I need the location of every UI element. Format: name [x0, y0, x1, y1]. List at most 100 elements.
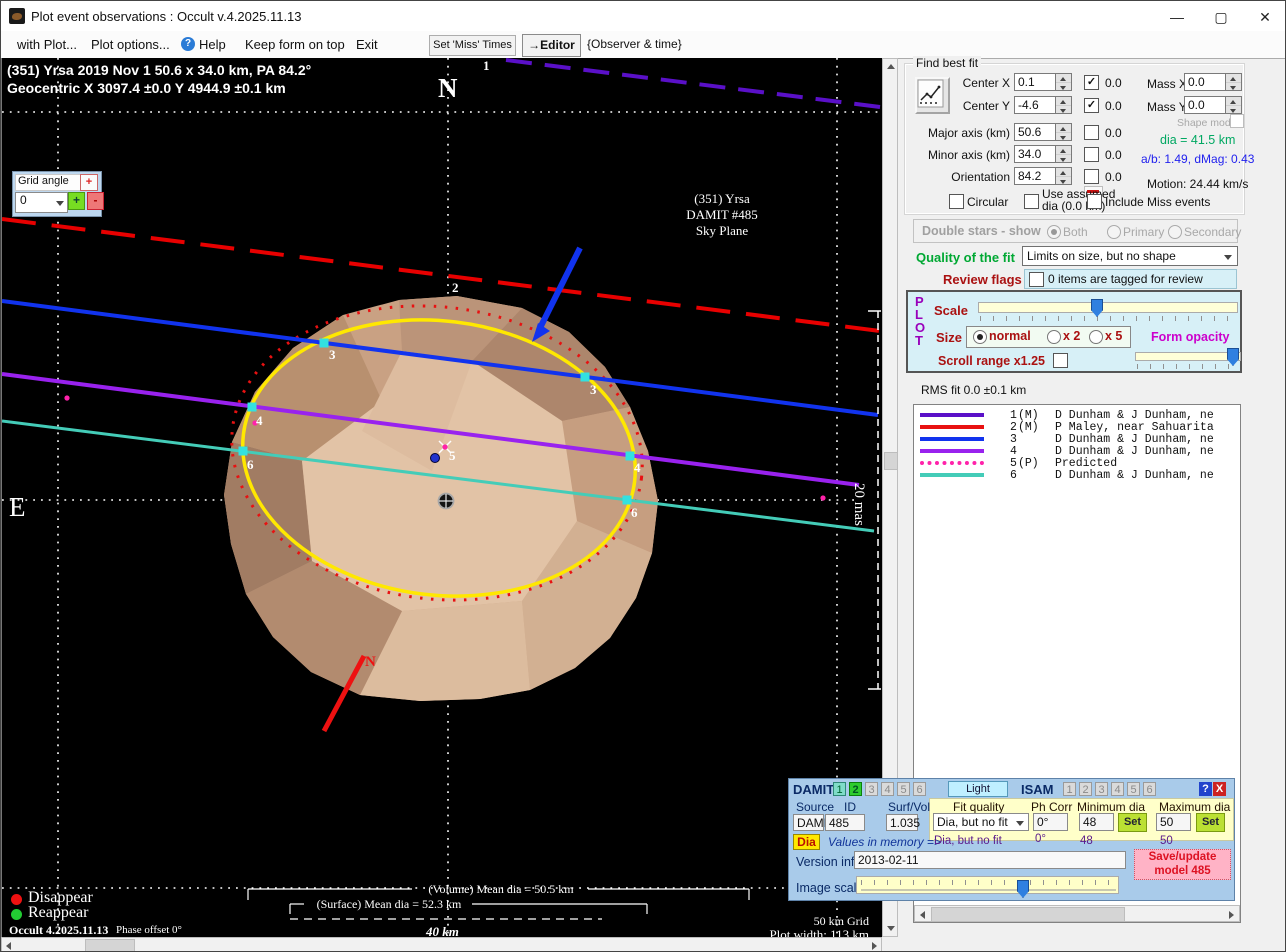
minor-axis-fix-checkbox[interactable]: [1084, 147, 1099, 162]
damit-title: DAMIT: [793, 782, 834, 797]
observer-hscroll-thumb[interactable]: [931, 907, 1125, 922]
image-scale-slider[interactable]: [856, 876, 1119, 894]
damit-help-button[interactable]: ?: [1199, 782, 1212, 796]
scale-slider-thumb[interactable]: [1091, 299, 1103, 317]
damit-tab-4[interactable]: 4: [881, 782, 894, 796]
north-arrow-label: N: [365, 654, 376, 671]
scroll-left-icon[interactable]: [920, 911, 925, 919]
center-y-spinner[interactable]: -4.6: [1014, 96, 1072, 114]
close-icon[interactable]: ✕: [1250, 7, 1280, 27]
damit-tab-1[interactable]: 1: [833, 782, 846, 796]
damit-tab-2[interactable]: 2: [849, 782, 862, 796]
scroll-right-icon[interactable]: [872, 942, 877, 950]
double-both-radio[interactable]: [1047, 225, 1061, 239]
observer-row[interactable]: 3D Dunham & J Dunham, ne: [914, 433, 1240, 445]
image-scale-label: Image scale: [796, 881, 863, 895]
double-secondary-radio[interactable]: [1168, 225, 1182, 239]
major-axis-fix-checkbox[interactable]: [1084, 125, 1099, 140]
menu-plot-options[interactable]: Plot options...: [91, 37, 170, 52]
scroll-right-icon[interactable]: [1229, 911, 1234, 919]
max-set-button[interactable]: Set: [1196, 813, 1225, 832]
observer-hscrollbar[interactable]: [914, 905, 1240, 922]
size-normal-radio[interactable]: [973, 330, 987, 344]
fit-quality-select[interactable]: Dia, but no fit: [933, 813, 1029, 831]
size-x2-radio[interactable]: [1047, 330, 1061, 344]
image-scale-thumb[interactable]: [1017, 880, 1029, 898]
set-miss-times-button[interactable]: Set 'Miss' Times: [429, 35, 516, 56]
form-opacity-slider[interactable]: [1135, 352, 1241, 361]
damit-tab-6[interactable]: 6: [913, 782, 926, 796]
window-title: Plot event observations : Occult v.4.202…: [31, 9, 302, 24]
scroll-left-icon[interactable]: [6, 942, 11, 950]
mass-y-spinner[interactable]: 0.0: [1184, 96, 1242, 114]
mass-x-spinner[interactable]: 0.0: [1184, 73, 1242, 91]
isam-tab-1[interactable]: 1: [1063, 782, 1076, 796]
review-flags-checkbox[interactable]: [1029, 272, 1044, 287]
center-y-fix-checkbox[interactable]: [1084, 98, 1099, 113]
sky-plane-plot[interactable]: (351) Yrsa 2019 Nov 1 50.6 x 34.0 km, PA…: [1, 58, 883, 937]
orientation-fix-checkbox[interactable]: [1084, 169, 1099, 184]
chord-color-swatch: [920, 449, 984, 453]
size-x5-radio[interactable]: [1089, 330, 1103, 344]
ph-corr-box[interactable]: 0°: [1033, 813, 1068, 831]
scale-slider[interactable]: [978, 302, 1238, 313]
center-x-fix-checkbox[interactable]: [1084, 75, 1099, 90]
center-x-spinner[interactable]: 0.1: [1014, 73, 1072, 91]
minimize-icon[interactable]: —: [1162, 7, 1192, 27]
id-box[interactable]: 485: [825, 814, 865, 831]
double-stars-label: Double stars - show: [922, 224, 1041, 238]
menu-exit[interactable]: Exit: [356, 37, 378, 52]
isam-tab-6[interactable]: 6: [1143, 782, 1156, 796]
max-dia-box[interactable]: 50: [1156, 813, 1191, 831]
damit-tab-3[interactable]: 3: [865, 782, 878, 796]
plot-hscroll-thumb[interactable]: [85, 939, 135, 952]
observer-row[interactable]: 4D Dunham & J Dunham, ne: [914, 445, 1240, 457]
grid-angle-minus-button[interactable]: -: [87, 192, 104, 210]
version-info-box[interactable]: 2013-02-11: [854, 851, 1126, 869]
scroll-down-icon[interactable]: [887, 926, 895, 931]
isam-tab-5[interactable]: 5: [1127, 782, 1140, 796]
size-label: Size: [936, 330, 962, 345]
plot-hscrollbar[interactable]: [1, 937, 882, 952]
double-primary-radio[interactable]: [1107, 225, 1121, 239]
scroll-up-icon[interactable]: [887, 64, 895, 69]
menu-keep-on-top[interactable]: Keep form on top: [245, 37, 345, 52]
chord-1-miss: [506, 60, 880, 107]
quality-select[interactable]: Limits on size, but no shape: [1022, 246, 1238, 266]
minor-axis-spinner[interactable]: 34.0: [1014, 145, 1072, 163]
major-axis-spinner[interactable]: 50.6: [1014, 123, 1072, 141]
editor-button[interactable]: →Editor: [522, 34, 581, 57]
observer-row[interactable]: 5(P)Predicted: [914, 457, 1240, 469]
isam-tab-4[interactable]: 4: [1111, 782, 1124, 796]
observer-row[interactable]: 2(M)P Maley, near Sahuarita: [914, 421, 1240, 433]
observer-row[interactable]: 1(M)D Dunham & J Dunham, ne: [914, 409, 1240, 421]
orientation-spinner[interactable]: 84.2: [1014, 167, 1072, 185]
plot-canvas: [2, 58, 883, 937]
maximize-icon[interactable]: ▢: [1206, 7, 1236, 27]
observer-row[interactable]: 6D Dunham & J Dunham, ne: [914, 469, 1240, 481]
damit-close-button[interactable]: X: [1213, 782, 1226, 796]
grid-angle-plus-button[interactable]: +: [68, 192, 85, 210]
scroll-range-checkbox[interactable]: [1053, 353, 1068, 368]
use-assumed-checkbox[interactable]: [1024, 194, 1039, 209]
menu-help[interactable]: Help: [199, 37, 226, 52]
grid-angle-select[interactable]: 0: [15, 192, 68, 213]
volume-mean-dia: (Volume) Mean dia = 50.5 km: [415, 882, 587, 897]
damit-tab-5[interactable]: 5: [897, 782, 910, 796]
chord-color-swatch: [920, 437, 984, 441]
observer-time-label[interactable]: {Observer & time}: [587, 37, 682, 51]
surfvol-label: Surf/Vol: [888, 800, 930, 814]
include-miss-checkbox[interactable]: [1087, 194, 1102, 209]
isam-tab-3[interactable]: 3: [1095, 782, 1108, 796]
menu-with-plot[interactable]: with Plot...: [17, 37, 77, 52]
dia-button[interactable]: Dia: [793, 834, 820, 850]
grid-angle-close-icon[interactable]: +: [80, 174, 98, 191]
circular-checkbox[interactable]: [949, 194, 964, 209]
min-set-button[interactable]: Set: [1118, 813, 1147, 832]
save-update-button[interactable]: Save/updatemodel 485: [1134, 849, 1231, 880]
min-dia-box[interactable]: 48: [1079, 813, 1114, 831]
light-curves-button[interactable]: Light curves: [948, 781, 1008, 797]
shape-model-checkbox[interactable]: [1230, 114, 1244, 128]
plot-vscroll-thumb[interactable]: [884, 452, 898, 470]
isam-tab-2[interactable]: 2: [1079, 782, 1092, 796]
